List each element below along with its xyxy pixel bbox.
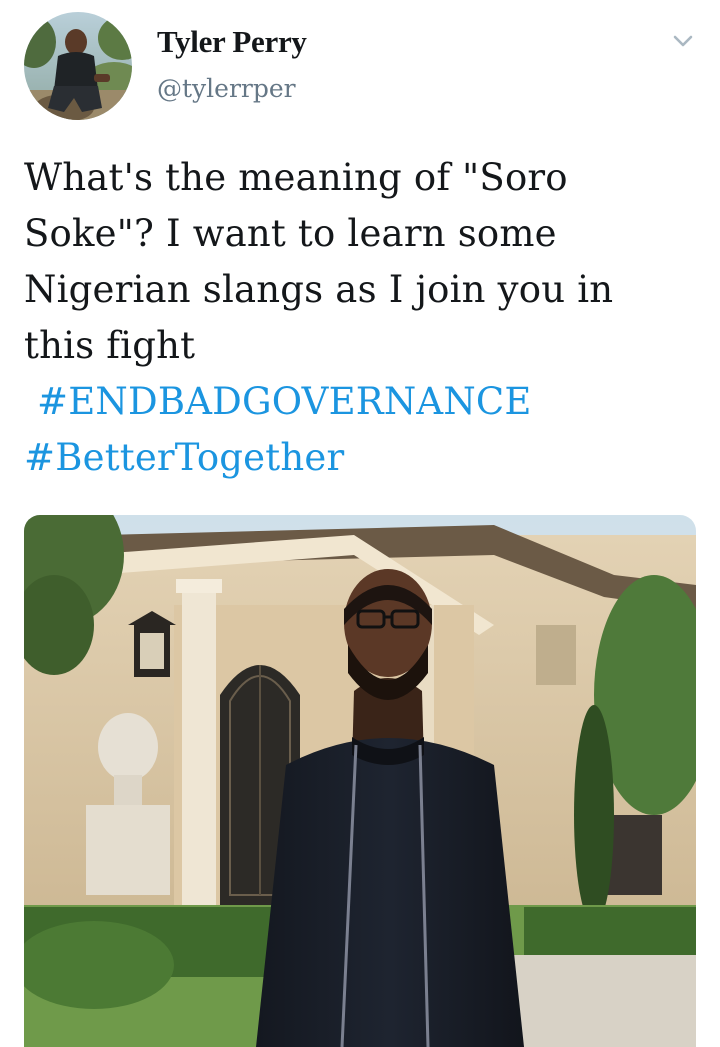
hashtag-link-endbadgovernance[interactable]: #ENDBADGOVERNANCE — [37, 380, 532, 423]
author-name[interactable]: Tyler Perry — [157, 24, 307, 60]
tweet-text-line: What's the meaning of "Soro — [24, 156, 568, 199]
chevron-down-icon — [673, 35, 693, 47]
author-handle[interactable]: @tylerrper — [157, 74, 296, 103]
tweet-media-photo[interactable] — [24, 515, 696, 1047]
avatar-image — [24, 12, 132, 120]
tweet-text-line: Soke"? I want to learn some — [24, 212, 557, 255]
photo-image — [24, 515, 696, 1047]
tweet-text-line: Nigerian slangs as I join you in — [24, 268, 614, 311]
avatar[interactable] — [24, 12, 132, 120]
tweet-menu-button[interactable] — [666, 28, 700, 56]
tweet-card: Tyler Perry @tylerrper What's the meanin… — [0, 0, 720, 1047]
tweet-text: What's the meaning of "Soro Soke"? I wan… — [24, 150, 684, 486]
tweet-text-line: this fight — [24, 324, 196, 367]
hashtag-link-bettertogether[interactable]: #BetterTogether — [24, 436, 344, 479]
